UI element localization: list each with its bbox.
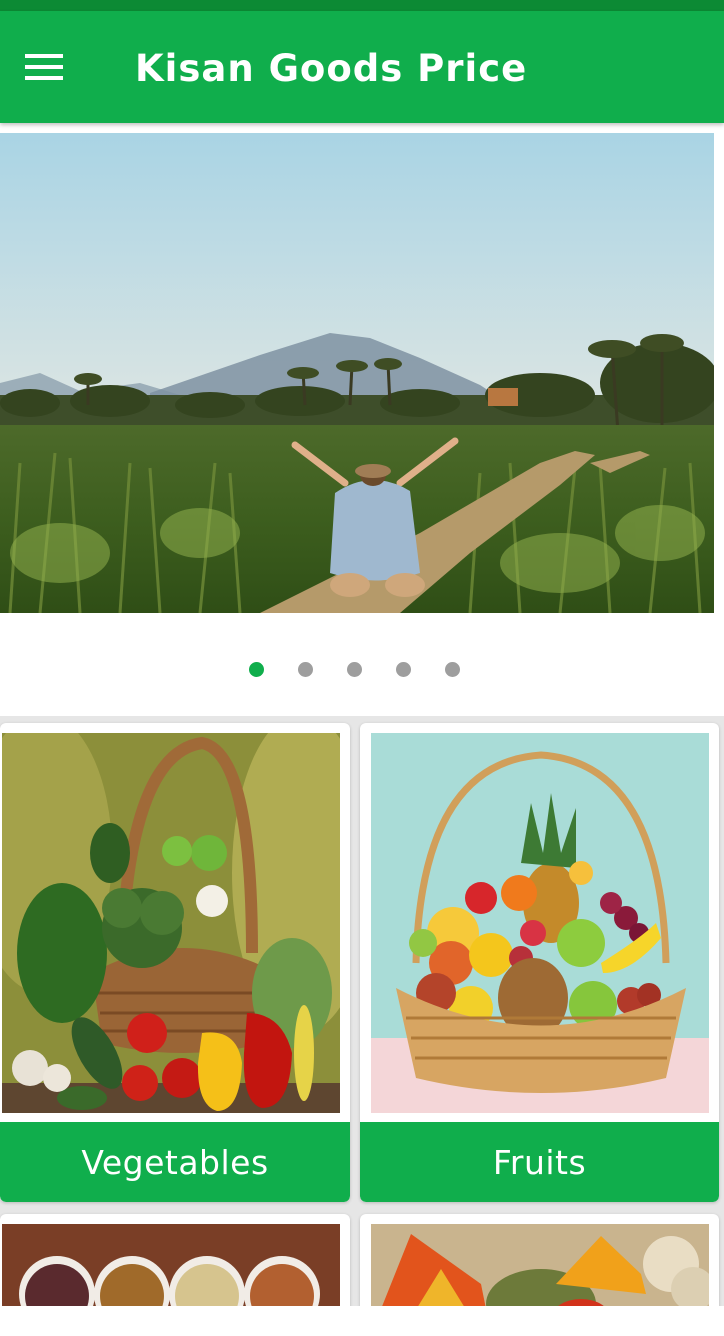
app-title: Kisan Goods Price <box>135 47 528 90</box>
fruit-basket-photo <box>371 733 709 1113</box>
hamburger-menu-icon <box>25 54 63 80</box>
banner-carousel[interactable] <box>0 133 714 613</box>
carousel-dot-1[interactable] <box>249 662 264 677</box>
category-label-bar: Fruits <box>360 1122 719 1202</box>
category-label-bar: Vegetables <box>0 1122 350 1202</box>
menu-button[interactable] <box>18 43 70 91</box>
fruit-basket-image-frame <box>371 733 709 1113</box>
carousel-dot-2[interactable] <box>298 662 313 677</box>
vegetable-basket-photo <box>2 733 340 1113</box>
carousel-indicator <box>0 660 724 680</box>
category-label: Vegetables <box>81 1142 269 1182</box>
carousel-dot-5[interactable] <box>445 662 460 677</box>
carousel-dot-3[interactable] <box>347 662 362 677</box>
vegetable-basket-image-frame <box>2 733 340 1113</box>
screen-bottom-edge <box>0 1306 724 1336</box>
status-bar <box>0 0 724 11</box>
category-card-fruits[interactable]: Fruits <box>360 723 719 1202</box>
category-card-vegetables[interactable]: Vegetables <box>0 723 350 1202</box>
farmer-in-field-photo <box>0 133 714 613</box>
app-bar: Kisan Goods Price <box>0 11 724 123</box>
carousel-dot-4[interactable] <box>396 662 411 677</box>
category-label: Fruits <box>492 1142 587 1182</box>
